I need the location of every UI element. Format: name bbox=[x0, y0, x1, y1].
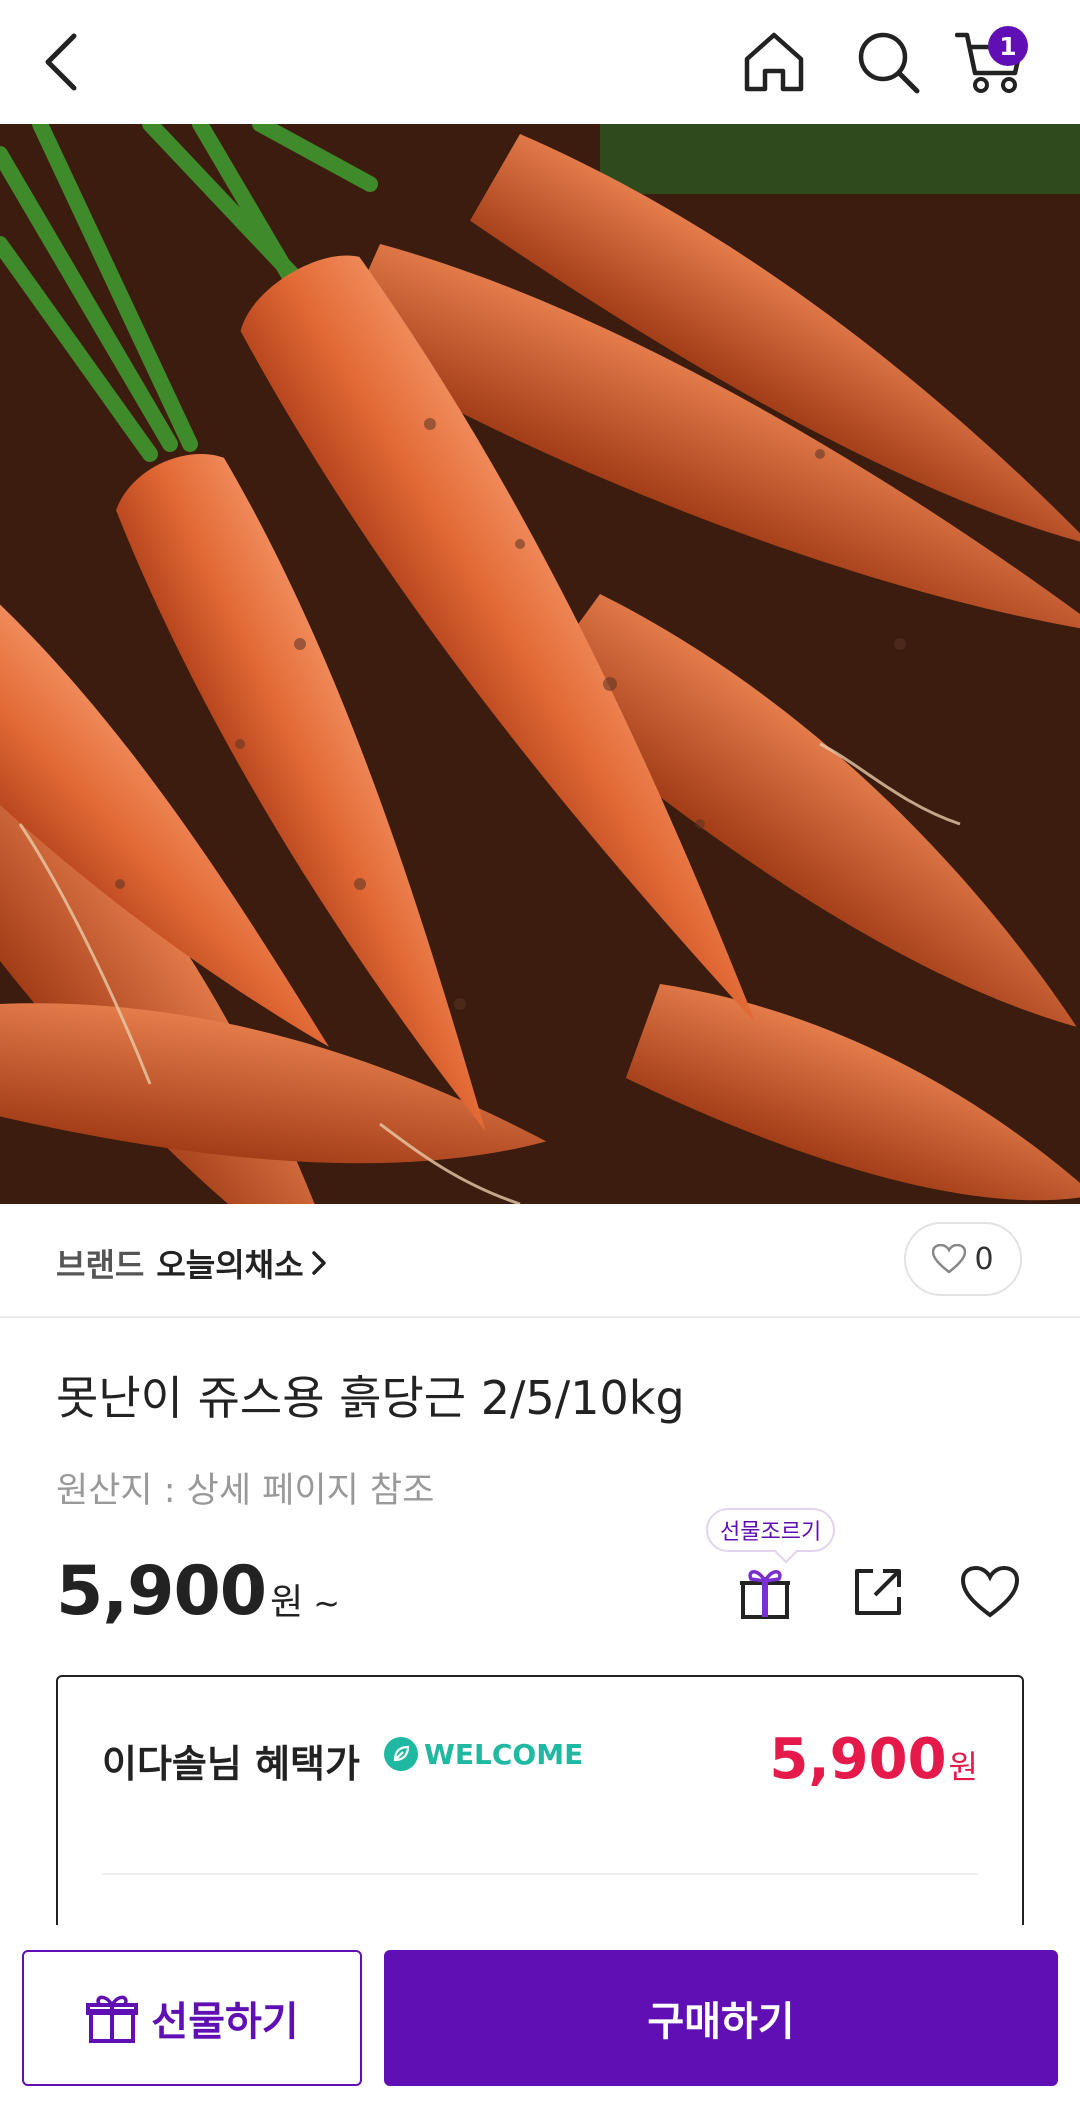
buy-button-label: 구매하기 bbox=[647, 1999, 795, 2045]
top-app-bar: 1 bbox=[0, 0, 1080, 124]
brand-prefix: 브랜드 bbox=[56, 1246, 145, 1284]
product-origin: 원산지 : 상세 페이지 참조 bbox=[56, 1471, 435, 1511]
gift-request-button[interactable] bbox=[733, 1560, 797, 1624]
member-benefit-box: 이다솔님 혜택가 WELCOME 5,900 원 bbox=[56, 1675, 1024, 1935]
benefit-title: 이다솔님 혜택가 bbox=[102, 1742, 360, 1786]
back-button[interactable] bbox=[22, 22, 102, 102]
benefit-price-value: 5,900 bbox=[769, 1727, 947, 1792]
cart-count-badge: 1 bbox=[988, 26, 1028, 66]
bottom-action-bar: 선물하기 구매하기 bbox=[0, 1925, 1080, 2106]
price-row: 5,900 원 ~ bbox=[56, 1552, 340, 1631]
brand-like-button[interactable]: 0 bbox=[904, 1222, 1022, 1296]
brand-row: 브랜드 오늘의채소 0 bbox=[0, 1204, 1080, 1318]
chevron-right-icon bbox=[311, 1251, 326, 1275]
gift-button-label: 선물하기 bbox=[151, 1999, 299, 2045]
heart-outline-icon bbox=[932, 1244, 967, 1274]
home-button[interactable] bbox=[734, 22, 814, 102]
carrots-photo bbox=[0, 124, 1080, 1204]
welcome-badge: WELCOME bbox=[384, 1737, 583, 1771]
search-button[interactable] bbox=[848, 22, 928, 102]
share-button[interactable] bbox=[846, 1560, 910, 1624]
gift-icon bbox=[740, 1570, 790, 1619]
share-icon bbox=[855, 1569, 901, 1615]
welcome-text: WELCOME bbox=[424, 1737, 584, 1771]
heart-icon bbox=[960, 1565, 1020, 1618]
gift-request-tooltip: 선물조르기 bbox=[706, 1508, 836, 1552]
buy-button[interactable]: 구매하기 bbox=[384, 1950, 1058, 2086]
wishlist-button[interactable] bbox=[958, 1560, 1022, 1624]
like-count: 0 bbox=[974, 1241, 994, 1277]
divider bbox=[102, 1873, 978, 1875]
price-suffix: ~ bbox=[313, 1584, 341, 1622]
brand-link[interactable]: 브랜드 오늘의채소 bbox=[56, 1240, 328, 1286]
search-icon bbox=[858, 32, 920, 94]
product-price: 5,900 bbox=[56, 1552, 267, 1631]
back-arrow-icon bbox=[45, 33, 77, 91]
brand-name: 오늘의채소 bbox=[156, 1246, 304, 1284]
product-image[interactable] bbox=[0, 124, 1080, 1204]
cart-button[interactable]: 1 bbox=[950, 22, 1030, 102]
home-icon bbox=[744, 32, 804, 92]
product-title: 못난이 쥬스용 흙당근 2/5/10kg bbox=[56, 1371, 685, 1425]
leaf-icon bbox=[384, 1737, 418, 1771]
benefit-price: 5,900 원 bbox=[769, 1727, 978, 1792]
gift-button[interactable]: 선물하기 bbox=[22, 1950, 362, 2086]
price-unit: 원 bbox=[270, 1582, 304, 1623]
gift-icon bbox=[86, 1995, 139, 2043]
benefit-price-unit: 원 bbox=[948, 1748, 978, 1786]
